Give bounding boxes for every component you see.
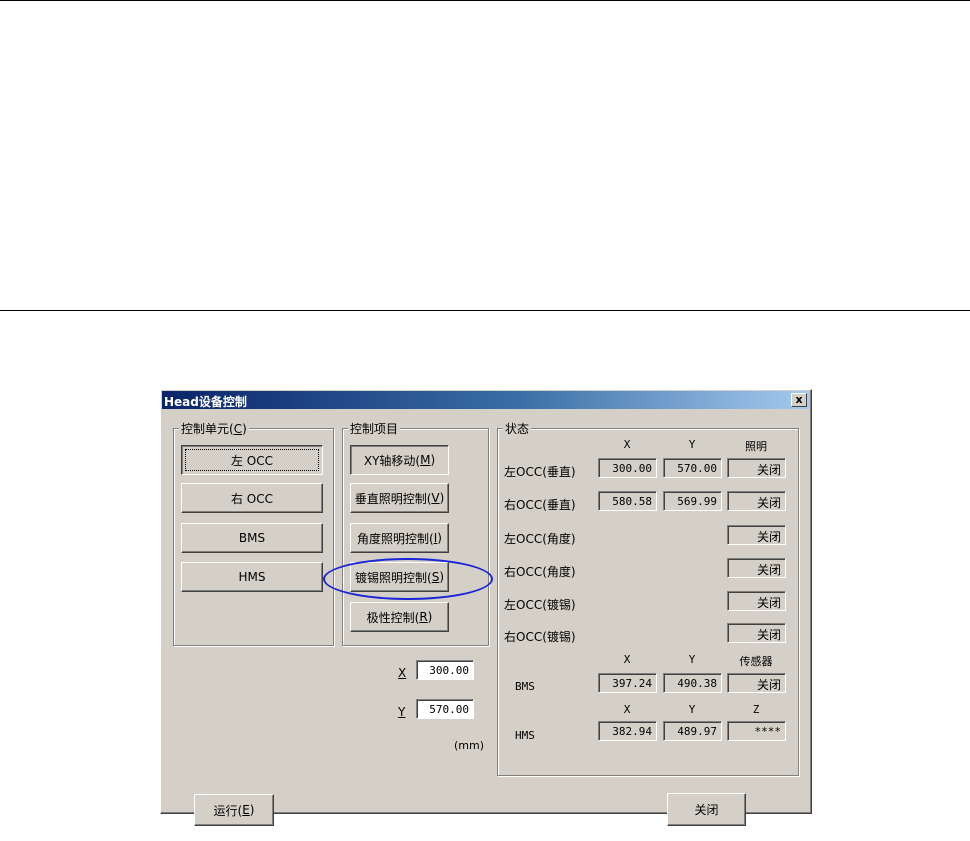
unit-left-occ-button[interactable]: 左 OCC (181, 445, 323, 475)
unit-bms-button[interactable]: BMS (181, 523, 323, 553)
status-row-label: 左OCC(镀锡) (504, 598, 576, 612)
status-header-y: Y (688, 438, 696, 451)
status-header-light: 照明 (745, 440, 767, 453)
head-device-control-dialog: Head设备控制 x 控制单元(C) 左 OCC 右 OCC BMS HMS 控… (160, 389, 812, 826)
status-light-value: 关闭 (727, 623, 786, 643)
hms-x-value: 382.94 (598, 721, 657, 741)
close-button[interactable]: 关闭 (667, 793, 746, 826)
bms-header-x: X (623, 653, 631, 666)
status-x-value: 300.00 (598, 458, 657, 478)
status-header-x: X (623, 438, 631, 451)
hms-header-y: Y (688, 703, 696, 716)
bms-y-value: 490.38 (663, 673, 722, 693)
status-legend: 状态 (503, 420, 532, 437)
unit-hms-button[interactable]: HMS (181, 562, 323, 592)
status-light-value: 关闭 (727, 525, 786, 545)
unit-right-occ-button[interactable]: 右 OCC (181, 483, 323, 513)
title-bar[interactable]: Head设备控制 x (162, 391, 810, 409)
control-unit-legend: 控制单元(C) (179, 420, 249, 437)
hms-label: HMS (515, 729, 535, 742)
angle-light-control-button[interactable]: 角度照明控制(I) (350, 523, 449, 553)
status-y-value: 570.00 (663, 458, 722, 478)
run-button[interactable]: 运行(E) (194, 794, 274, 826)
control-items-legend: 控制项目 (348, 420, 401, 437)
unit-label: (mm) (454, 739, 485, 752)
status-row-label: 右OCC(垂直) (504, 498, 576, 512)
separator-rule (0, 310, 970, 311)
y-coordinate-label: Y (398, 705, 406, 719)
x-coordinate-input[interactable]: 300.00 (416, 660, 474, 680)
tin-plating-light-control-button[interactable]: 镀锡照明控制(S) (350, 562, 449, 592)
status-light-value: 关闭 (727, 558, 786, 578)
status-light-value: 关闭 (727, 491, 786, 511)
bms-x-value: 397.24 (598, 673, 657, 693)
xy-axis-move-button[interactable]: XY轴移动(M) (350, 445, 449, 475)
status-row-label: 右OCC(角度) (504, 565, 576, 579)
bms-label: BMS (515, 680, 535, 693)
bms-sensor-value: 关闭 (727, 673, 786, 693)
polarity-control-button[interactable]: 极性控制(R) (350, 602, 449, 632)
status-row-label: 左OCC(垂直) (504, 465, 576, 479)
status-light-value: 关闭 (727, 591, 786, 611)
x-coordinate-label: X (398, 666, 407, 680)
bms-header-y: Y (688, 653, 696, 666)
close-icon[interactable]: x (791, 393, 807, 407)
top-rule (0, 0, 970, 1)
vertical-light-control-button[interactable]: 垂直照明控制(V) (350, 483, 449, 513)
hms-z-value: **** (727, 721, 786, 741)
status-y-value: 569.99 (663, 491, 722, 511)
hms-header-z: Z (752, 703, 760, 716)
status-x-value: 580.58 (598, 491, 657, 511)
bms-header-sensor: 传感器 (739, 655, 773, 668)
hms-y-value: 489.97 (663, 721, 722, 741)
status-row-label: 左OCC(角度) (504, 532, 576, 546)
y-coordinate-input[interactable]: 570.00 (416, 699, 474, 719)
status-row-label: 右OCC(镀锡) (504, 630, 576, 644)
hms-header-x: X (623, 703, 631, 716)
status-light-value: 关闭 (727, 458, 786, 478)
dialog-title: Head设备控制 (164, 395, 247, 409)
